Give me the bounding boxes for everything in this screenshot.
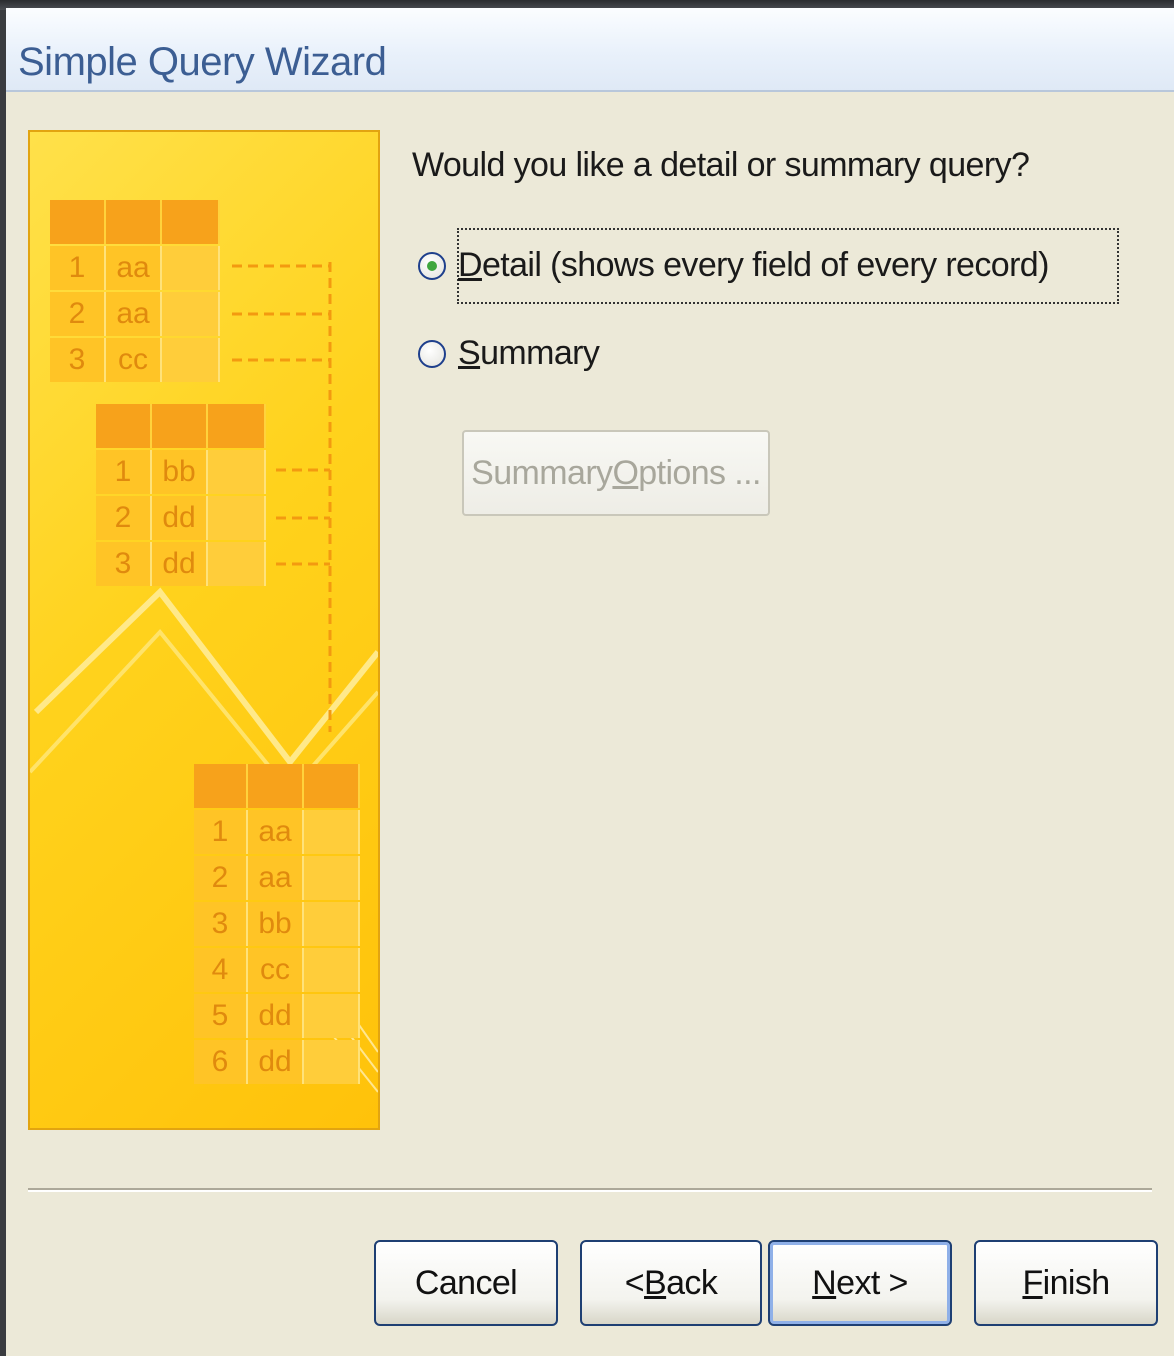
cell: 3: [194, 902, 248, 946]
cell: aa: [248, 856, 304, 900]
summary-options-button[interactable]: Summary Options ...: [462, 430, 770, 516]
cell: 1: [96, 450, 152, 494]
cell: aa: [106, 292, 162, 336]
finish-button[interactable]: Finish: [974, 1240, 1158, 1326]
title-bar: Simple Query Wizard: [6, 8, 1174, 92]
table-row: 1 bb: [96, 450, 266, 494]
next-button[interactable]: Next >: [768, 1240, 952, 1326]
cell: aa: [248, 810, 304, 854]
table-row: 1 aa: [194, 810, 360, 854]
summary-label[interactable]: Summary: [458, 334, 600, 373]
detail-radio[interactable]: [418, 251, 446, 280]
cell: 6: [194, 1040, 248, 1084]
table-row: 5 dd: [194, 994, 360, 1038]
cell: cc: [106, 338, 162, 382]
cell: 2: [96, 496, 152, 540]
cell: 5: [194, 994, 248, 1038]
table-row: 1 aa: [50, 246, 220, 290]
cancel-button[interactable]: Cancel: [374, 1240, 558, 1326]
simple-query-wizard-dialog: Simple Query Wizard 1 aa 2 aa 3 cc 1 bb …: [6, 8, 1174, 1356]
query-type-question: Would you like a detail or summary query…: [412, 146, 1030, 184]
table-row: 2 dd: [96, 496, 266, 540]
cell: 1: [50, 246, 106, 290]
table-row: 2 aa: [194, 856, 360, 900]
cell: bb: [248, 902, 304, 946]
cell: 3: [50, 338, 106, 382]
cell: 4: [194, 948, 248, 992]
summary-radio[interactable]: [418, 339, 446, 368]
summary-option[interactable]: Summary: [418, 334, 600, 373]
cell: dd: [248, 994, 304, 1038]
table-row: 3 cc: [50, 338, 220, 382]
source-table-middle: 1 bb 2 dd 3 dd: [96, 404, 266, 586]
cell: dd: [152, 542, 208, 586]
table-row: 3 dd: [96, 542, 266, 586]
result-table: 1 aa 2 aa 3 bb 4 cc 5 dd 6 dd: [194, 764, 360, 1084]
table-row: 3 bb: [194, 902, 360, 946]
table-row: 6 dd: [194, 1040, 360, 1084]
cell: 2: [50, 292, 106, 336]
cell: 3: [96, 542, 152, 586]
footer-divider: [28, 1188, 1152, 1192]
detail-label[interactable]: Detail (shows every field of every recor…: [458, 246, 1049, 285]
cell: cc: [248, 948, 304, 992]
dialog-title: Simple Query Wizard: [18, 40, 387, 84]
cell: 1: [194, 810, 248, 854]
cell: dd: [152, 496, 208, 540]
cell: 2: [194, 856, 248, 900]
source-table-top: 1 aa 2 aa 3 cc: [50, 200, 220, 382]
detail-option[interactable]: Detail (shows every field of every recor…: [418, 246, 1049, 285]
wizard-illustration: 1 aa 2 aa 3 cc 1 bb 2 dd 3 dd 1 aa 2 aa …: [28, 130, 380, 1130]
cell: aa: [106, 246, 162, 290]
back-button[interactable]: < Back: [580, 1240, 762, 1326]
table-row: 4 cc: [194, 948, 360, 992]
cell: bb: [152, 450, 208, 494]
table-row: 2 aa: [50, 292, 220, 336]
radio-selected-dot: [427, 260, 437, 271]
cell: dd: [248, 1040, 304, 1084]
